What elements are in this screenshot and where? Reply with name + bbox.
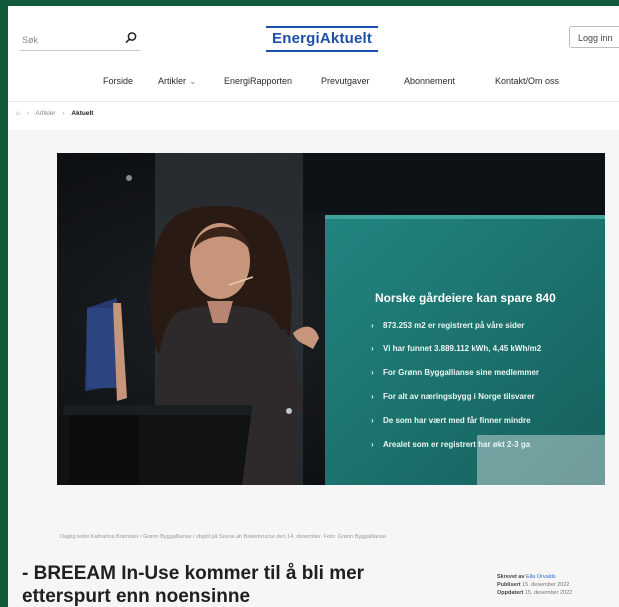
slide-bullet: De som har vært med får finner mindre	[383, 416, 531, 425]
header-divider	[8, 101, 619, 102]
article-headline: - BREEAM In-Use kommer til å bli mer ett…	[22, 563, 365, 607]
nav-item-forside[interactable]: Forside	[103, 76, 133, 86]
breadcrumb-current: Aktuelt	[71, 110, 94, 117]
slide-bullet: Vi har funnet 3.889.112 kWh, 4,45 kWh/m2	[383, 344, 542, 353]
slide-bullet-arrow: ›	[371, 392, 374, 401]
nav-item-kontakt[interactable]: Kontakt/Om oss	[495, 76, 559, 86]
breadcrumb-separator: ›	[62, 110, 65, 117]
breadcrumb-parent[interactable]: Artikler	[35, 110, 55, 117]
slide-bullet: Arealet som er registrert har økt 2-3 ga	[383, 440, 531, 449]
meta-updated: Oppdatert 15. desember 2022	[497, 589, 617, 597]
hero-photo: Norske gårdeiere kan spare 840 › 873.253…	[57, 153, 605, 485]
slide-bullet: 873.253 m2 er registrert på våre sider	[383, 321, 524, 330]
author-link[interactable]: Ella Orvalds	[526, 574, 556, 580]
breadcrumb: ⌂ › Artikler › Aktuelt	[16, 110, 93, 122]
slide-bullet-arrow: ›	[371, 416, 374, 425]
meta-label: Skrevet av	[497, 574, 525, 580]
page: EnergiAktuelt Logg inn Forside Artikler⌄…	[8, 6, 619, 607]
nav-item-prevutgaver[interactable]: Prevutgaver	[321, 76, 370, 86]
slide-bullet: For Grønn Byggallianse sine medlemmer	[383, 368, 539, 377]
slide-bullet-arrow: ›	[371, 440, 374, 449]
header: EnergiAktuelt Logg inn	[8, 6, 619, 68]
home-icon[interactable]: ⌂	[16, 110, 20, 117]
image-caption: Daglig leder Katharina Bramslev i Grønn …	[60, 534, 386, 540]
slide-bullet-arrow: ›	[371, 368, 374, 377]
nav-item-artikler[interactable]: Artikler ⌄	[158, 76, 197, 87]
meta-value: 15. desember 2022	[522, 582, 570, 588]
slide-title: Norske gårdeiere kan spare 840	[375, 291, 556, 305]
nav-item-label: Artikler	[158, 76, 187, 86]
meta-value: 15. desember 2022	[524, 590, 573, 596]
hero-image: Norske gårdeiere kan spare 840 › 873.253…	[57, 153, 605, 485]
meta-label: Publisert	[497, 582, 521, 588]
logo[interactable]: EnergiAktuelt	[266, 26, 379, 52]
main-nav: Forside Artikler ⌄ EnergiRapporten Prevut…	[8, 76, 619, 92]
login-button[interactable]: Logg inn	[569, 26, 619, 48]
search-box[interactable]	[20, 28, 140, 51]
slide-bullet-arrow: ›	[371, 321, 374, 330]
breadcrumb-separator: ›	[26, 110, 29, 117]
slide-bullet-arrow: ›	[371, 344, 374, 353]
meta-published: Publisert 15. desember 2022	[497, 581, 617, 589]
article-meta: Skrevet av Ella Orvalds Publisert 15. de…	[497, 573, 617, 597]
search-input[interactable]	[20, 30, 124, 50]
slide-bullet: For alt av næringsbygg i Norge tilsvarer	[383, 392, 535, 401]
meta-written: Skrevet av Ella Orvalds	[497, 573, 617, 581]
chevron-down-icon[interactable]: ⌄	[189, 76, 197, 86]
nav-item-energirapporten[interactable]: EnergiRapporten	[224, 76, 292, 86]
nav-item-abonnement[interactable]: Abonnement	[404, 76, 455, 86]
meta-label: Oppdatert	[497, 590, 524, 596]
search-icon[interactable]	[124, 31, 138, 45]
